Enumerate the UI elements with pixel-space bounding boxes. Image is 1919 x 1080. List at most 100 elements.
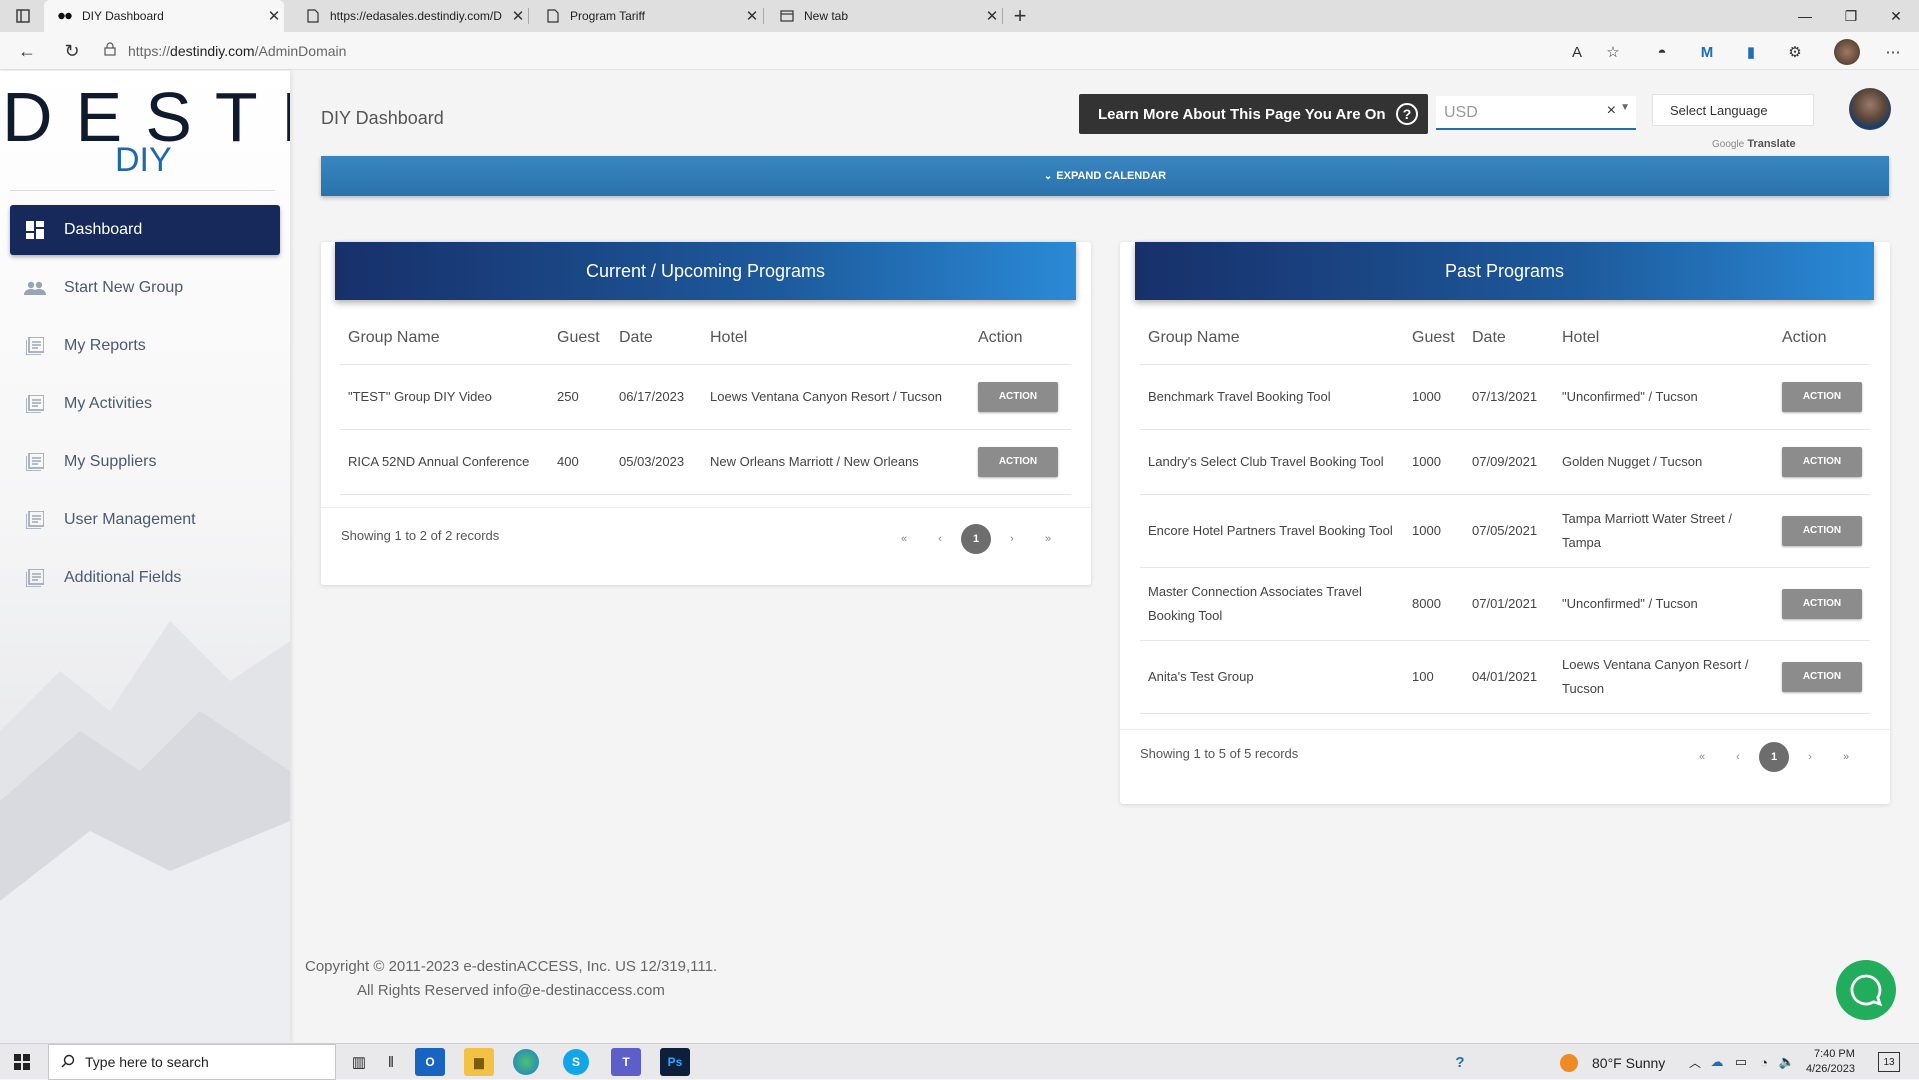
action-button[interactable]: ACTION: [1782, 515, 1862, 546]
clock-date: 4/26/2023: [1806, 1063, 1855, 1075]
notification-center-icon[interactable]: 13: [1878, 1052, 1900, 1072]
wifi-icon[interactable]: ◔: [1752, 1050, 1776, 1074]
network-icon[interactable]: ▭: [1729, 1050, 1753, 1074]
past-programs-header: Past Programs: [1135, 242, 1874, 300]
file-explorer-icon[interactable]: ▆: [464, 1048, 494, 1076]
profile-avatar[interactable]: [1834, 39, 1860, 65]
add-favorite-icon[interactable]: ☆: [1602, 41, 1624, 63]
more-menu-icon[interactable]: ⋯: [1882, 41, 1904, 63]
browser-tab-edasales[interactable]: https://edasales.destindiy.com/D ✕: [292, 0, 528, 32]
prev-page-icon[interactable]: ‹: [922, 533, 958, 545]
action-button[interactable]: ACTION: [978, 446, 1058, 477]
sidebar-item-additional-fields[interactable]: Additional Fields: [10, 553, 280, 603]
browser-tab-program-tariff[interactable]: Program Tariff ✕: [532, 0, 762, 32]
minimize-icon[interactable]: —: [1782, 0, 1828, 32]
column-header[interactable]: Hotel: [1554, 312, 1774, 365]
onedrive-icon[interactable]: ☁: [1705, 1050, 1729, 1074]
first-page-icon[interactable]: «: [886, 533, 922, 545]
browser-tab-diy-dashboard[interactable]: DIY Dashboard ✕: [44, 0, 284, 32]
column-header[interactable]: Action: [970, 312, 1071, 365]
action-button[interactable]: ACTION: [978, 381, 1058, 412]
help-icon[interactable]: ?: [1448, 1050, 1472, 1074]
destin-diy-logo[interactable]: DESTIN DIY: [0, 77, 290, 191]
sidebar-item-start-new-group[interactable]: Start New Group: [10, 263, 280, 313]
back-arrow-icon[interactable]: ←: [15, 39, 39, 63]
hotel-name: Loews Ventana Canyon Resort / Tucson: [1554, 640, 1774, 714]
group-name: "TEST" Group DIY Video: [340, 364, 549, 430]
table-row: Landry's Select Club Travel Booking Tool…: [1140, 429, 1870, 495]
currency-select[interactable]: USD × ▼: [1436, 96, 1636, 130]
tab-actions-icon[interactable]: [10, 6, 36, 26]
show-hidden-icons-icon[interactable]: ︿: [1683, 1050, 1707, 1074]
column-header[interactable]: Group Name: [340, 312, 549, 365]
sidebar-item-my-activities[interactable]: My Activities: [10, 379, 280, 429]
hotel-name: Loews Ventana Canyon Resort / Tucson: [702, 364, 970, 430]
task-view-icon[interactable]: ▥: [347, 1050, 371, 1074]
current-page-button[interactable]: 1: [961, 524, 991, 554]
next-page-icon[interactable]: ›: [994, 533, 1030, 545]
collections-icon[interactable]: ▮: [1740, 41, 1762, 63]
table-header-row: Group Name Guest Date Hotel Action: [340, 312, 1071, 365]
url-host: destindiy.com: [170, 43, 255, 59]
photoshop-icon[interactable]: Ps: [660, 1048, 690, 1076]
close-tab-icon[interactable]: ✕: [508, 7, 528, 25]
teams-icon[interactable]: T: [611, 1048, 641, 1076]
extensions-puzzle-icon[interactable]: ⚙: [1784, 41, 1806, 63]
prev-page-icon[interactable]: ‹: [1720, 751, 1756, 763]
browser-tab-new-tab[interactable]: New tab ✕: [766, 0, 1002, 32]
chat-button[interactable]: [1836, 960, 1896, 1020]
action-button[interactable]: ACTION: [1782, 381, 1862, 412]
hotel-name: "Unconfirmed" / Tucson: [1554, 567, 1774, 641]
windows-start-icon[interactable]: [10, 1050, 34, 1074]
last-page-icon[interactable]: »: [1828, 751, 1864, 763]
taskbar-search-input[interactable]: Type here to search: [48, 1044, 336, 1080]
column-header[interactable]: Guest: [549, 312, 611, 365]
edge-browser-icon[interactable]: [513, 1049, 539, 1075]
current-page-button[interactable]: 1: [1759, 742, 1789, 772]
close-tab-icon[interactable]: ✕: [264, 7, 284, 25]
currency-value: USD: [1444, 104, 1478, 121]
action-button[interactable]: ACTION: [1782, 661, 1862, 692]
action-button[interactable]: ACTION: [1782, 588, 1862, 619]
learn-more-label: Learn More About This Page You Are On: [1098, 105, 1386, 123]
close-tab-icon[interactable]: ✕: [982, 7, 1002, 25]
weather-widget[interactable]: 80°F Sunny: [1560, 1054, 1665, 1072]
restore-icon[interactable]: ❐: [1828, 0, 1874, 32]
close-tab-icon[interactable]: ✕: [742, 7, 762, 25]
read-aloud-icon[interactable]: A: [1566, 41, 1588, 63]
sidebar-item-user-management[interactable]: User Management: [10, 495, 280, 545]
column-header[interactable]: Group Name: [1140, 312, 1404, 365]
pagination: « ‹ 1 › »: [886, 524, 1066, 554]
column-header[interactable]: Action: [1774, 312, 1870, 365]
learn-more-button[interactable]: Learn More About This Page You Are On ?: [1079, 94, 1428, 134]
sidebar-item-my-suppliers[interactable]: My Suppliers: [10, 437, 280, 487]
action-button[interactable]: ACTION: [1782, 446, 1862, 477]
outlook-icon[interactable]: O: [415, 1048, 445, 1076]
column-header[interactable]: Date: [611, 312, 702, 365]
search-placeholder: Type here to search: [85, 1054, 209, 1070]
column-header[interactable]: Hotel: [702, 312, 970, 365]
column-header[interactable]: Guest: [1404, 312, 1464, 365]
group-name: Anita's Test Group: [1140, 640, 1404, 714]
clear-icon[interactable]: ×: [1607, 102, 1616, 120]
extension-icon[interactable]: ◓: [1651, 41, 1673, 63]
first-page-icon[interactable]: «: [1684, 751, 1720, 763]
sidebar-item-label: Start New Group: [64, 279, 184, 296]
malwarebytes-icon[interactable]: M: [1696, 41, 1718, 63]
dropdown-arrow-icon[interactable]: ▼: [1620, 102, 1630, 113]
sidebar-item-dashboard[interactable]: Dashboard: [10, 205, 280, 255]
volume-icon[interactable]: 🔈: [1775, 1050, 1799, 1074]
expand-calendar-button[interactable]: ⌄ EXPAND CALENDAR: [321, 156, 1889, 196]
last-page-icon[interactable]: »: [1030, 533, 1066, 545]
url-field[interactable]: https://destindiy.com/AdminDomain: [104, 36, 1604, 66]
window-close-icon[interactable]: ✕: [1873, 0, 1919, 32]
sidebar-item-my-reports[interactable]: My Reports: [10, 321, 280, 371]
skype-icon[interactable]: S: [563, 1049, 589, 1075]
next-page-icon[interactable]: ›: [1792, 751, 1828, 763]
taskbar-clock[interactable]: 7:40 PM 4/26/2023: [1806, 1047, 1855, 1077]
refresh-icon[interactable]: ↻: [60, 39, 84, 63]
new-tab-plus-icon[interactable]: +: [1007, 3, 1033, 29]
user-avatar[interactable]: [1849, 88, 1891, 130]
language-select[interactable]: Select Language: [1652, 94, 1814, 126]
column-header[interactable]: Date: [1464, 312, 1554, 365]
